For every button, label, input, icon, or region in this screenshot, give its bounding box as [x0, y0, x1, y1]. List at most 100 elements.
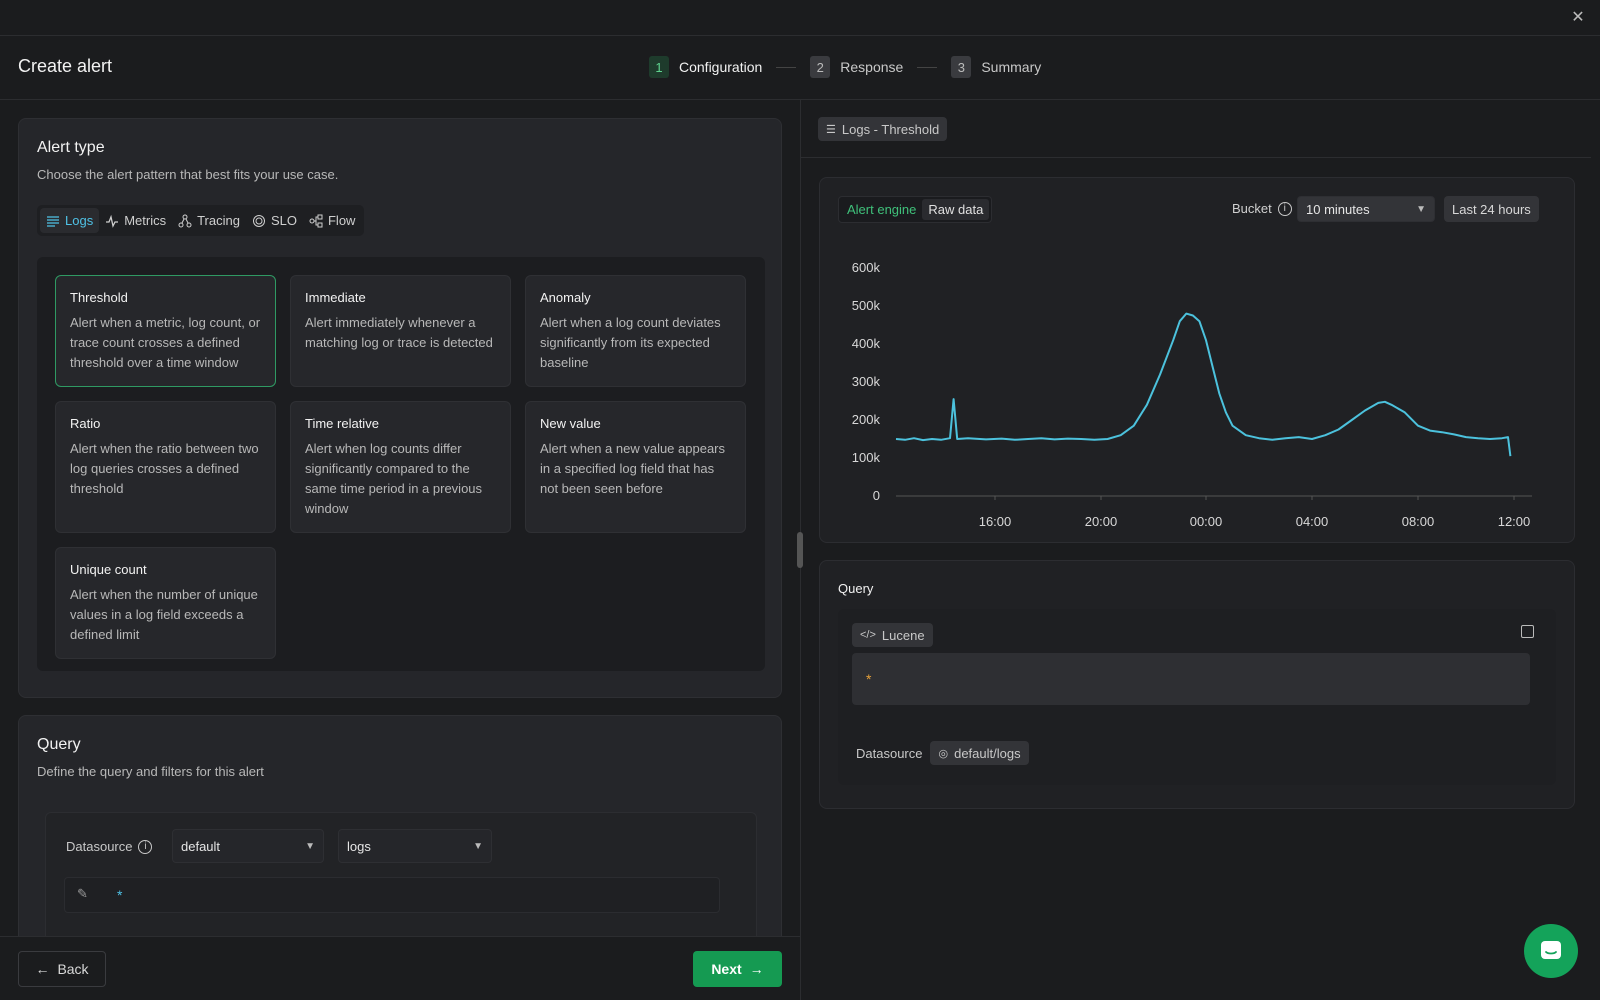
- card-title: Unique count: [70, 562, 147, 577]
- step-separator: [776, 66, 797, 68]
- query-preview-card: Query </> Lucene * Datasource ◎ default/…: [819, 560, 1575, 809]
- query-code: *: [866, 671, 872, 687]
- chevron-down-icon: ▼: [305, 840, 315, 852]
- card-title: Time relative: [305, 416, 379, 431]
- alert-type-time-relative[interactable]: Time relative Alert when log counts diff…: [290, 401, 511, 533]
- arrow-left-icon: ←: [35, 961, 50, 977]
- alert-type-title: Alert type: [37, 139, 105, 156]
- card-description: Alert when the number of unique values i…: [70, 587, 258, 642]
- step-response[interactable]: 2 Response: [810, 56, 903, 78]
- query-code-box: *: [852, 653, 1530, 705]
- y-tick-label: 600k: [852, 260, 881, 275]
- datasource-label: Datasource: [66, 839, 133, 854]
- query-input[interactable]: ✎ *: [64, 877, 720, 913]
- tab-tracing[interactable]: Tracing: [172, 208, 246, 233]
- query-builder: Datasource i default ▼ logs ▼ ✎ *: [45, 812, 757, 936]
- tab-flow[interactable]: Flow: [303, 208, 361, 233]
- tracing-icon: [178, 214, 192, 227]
- stepper: 1 Configuration 2 Response 3 Summary: [649, 56, 1041, 78]
- query-title: Query: [37, 736, 81, 753]
- slo-icon: [252, 214, 265, 227]
- card-title: Threshold: [70, 290, 128, 305]
- step-configuration[interactable]: 1 Configuration: [649, 56, 762, 78]
- database-icon: ◎: [938, 747, 949, 760]
- step-separator: [917, 66, 938, 68]
- step-number: 3: [951, 56, 972, 78]
- query-preview-body: </> Lucene * Datasource ◎ default/logs: [838, 609, 1556, 785]
- datasource-badge: ◎ default/logs: [930, 741, 1029, 765]
- datasource-select[interactable]: default ▼: [172, 829, 324, 863]
- card-title: New value: [540, 416, 601, 431]
- tab-logs[interactable]: Logs: [40, 208, 100, 233]
- toggle-alert-engine[interactable]: Alert engine: [841, 199, 922, 220]
- info-icon[interactable]: i: [1277, 201, 1292, 216]
- next-button[interactable]: Next →: [693, 951, 782, 987]
- tab-label: Tracing: [197, 213, 240, 228]
- alert-type-threshold[interactable]: Threshold Alert when a metric, log count…: [55, 275, 276, 387]
- info-icon[interactable]: i: [138, 839, 153, 854]
- dataset-select[interactable]: logs ▼: [338, 829, 492, 863]
- card-title: Ratio: [70, 416, 101, 431]
- alert-type-anomaly[interactable]: Anomaly Alert when a log count deviates …: [525, 275, 746, 387]
- card-description: Alert when log counts differ significant…: [305, 441, 483, 516]
- next-label: Next: [711, 961, 742, 977]
- config-panel[interactable]: Alert type Choose the alert pattern that…: [0, 100, 800, 936]
- x-tick-label: 16:00: [979, 514, 1012, 528]
- step-summary[interactable]: 3 Summary: [951, 56, 1041, 78]
- step-number: 1: [649, 56, 669, 78]
- step-number: 2: [810, 56, 831, 78]
- step-label: Summary: [981, 59, 1042, 75]
- alert-type-immediate[interactable]: Immediate Alert immediately whenever a m…: [290, 275, 511, 387]
- magic-wand-icon[interactable]: ✎: [77, 886, 88, 902]
- chevron-down-icon: ▼: [1416, 203, 1426, 215]
- flow-icon: [309, 214, 323, 227]
- back-button[interactable]: ← Back: [18, 951, 106, 987]
- alert-type-unique-count[interactable]: Unique count Alert when the number of un…: [55, 547, 276, 659]
- x-tick-label: 00:00: [1190, 514, 1223, 528]
- toggle-raw-data[interactable]: Raw data: [922, 199, 990, 220]
- chat-icon: [1541, 941, 1561, 959]
- x-tick-label: 20:00: [1085, 514, 1118, 528]
- step-label: Configuration: [679, 59, 763, 75]
- time-range-button[interactable]: Last 24 hours: [1444, 196, 1539, 222]
- y-tick-label: 400k: [852, 336, 881, 351]
- lang-label: Lucene: [881, 627, 925, 643]
- y-tick-label: 300k: [852, 374, 881, 389]
- tab-label: SLO: [270, 213, 297, 228]
- query-lang-badge: </> Lucene: [852, 623, 933, 647]
- page-header: Create alert 1 Configuration 2 Response …: [0, 36, 1600, 100]
- window-top-bar: ✕: [0, 0, 1600, 36]
- datasource-label: Datasource: [856, 745, 923, 761]
- query-preview-title: Query: [838, 581, 874, 596]
- x-tick-label: 08:00: [1402, 514, 1435, 528]
- select-value: 10 minutes: [1306, 201, 1370, 217]
- alert-type-new-value[interactable]: New value Alert when a new value appears…: [525, 401, 746, 533]
- close-icon[interactable]: ✕: [1568, 8, 1588, 28]
- y-tick-label: 100k: [852, 450, 881, 465]
- alert-category-tabs: Logs Metrics Tracing SLO Flow: [37, 205, 365, 236]
- query-card: Query Define the query and filters for t…: [18, 715, 782, 936]
- step-label: Response: [840, 59, 904, 75]
- x-tick-label: 04:00: [1296, 514, 1329, 528]
- card-description: Alert when a log count deviates signific…: [540, 315, 721, 370]
- tab-label: Flow: [327, 213, 356, 228]
- card-title: Anomaly: [540, 290, 591, 305]
- copy-icon[interactable]: [1521, 625, 1534, 638]
- select-value: default: [181, 838, 221, 854]
- chat-button[interactable]: [1524, 924, 1578, 978]
- bucket-select[interactable]: 10 minutes ▼: [1297, 196, 1435, 222]
- chevron-down-icon: ▼: [473, 840, 483, 852]
- tab-metrics[interactable]: Metrics: [99, 208, 172, 233]
- select-value: logs: [347, 838, 371, 854]
- bucket-label-group: Bucket i: [1232, 201, 1292, 216]
- alert-type-grid: Threshold Alert when a metric, log count…: [37, 257, 765, 671]
- datasource-value: default/logs: [954, 745, 1021, 761]
- alert-type-ratio[interactable]: Ratio Alert when the ratio between two l…: [55, 401, 276, 533]
- tab-label: Metrics: [124, 213, 167, 228]
- card-description: Alert immediately whenever a matching lo…: [305, 315, 493, 350]
- view-toggle: Alert engine Raw data: [838, 196, 993, 223]
- tab-slo[interactable]: SLO: [246, 208, 303, 233]
- badge-label: Logs - Threshold: [841, 121, 940, 137]
- arrow-right-icon: →: [749, 961, 764, 977]
- y-tick-label: 0: [873, 488, 880, 503]
